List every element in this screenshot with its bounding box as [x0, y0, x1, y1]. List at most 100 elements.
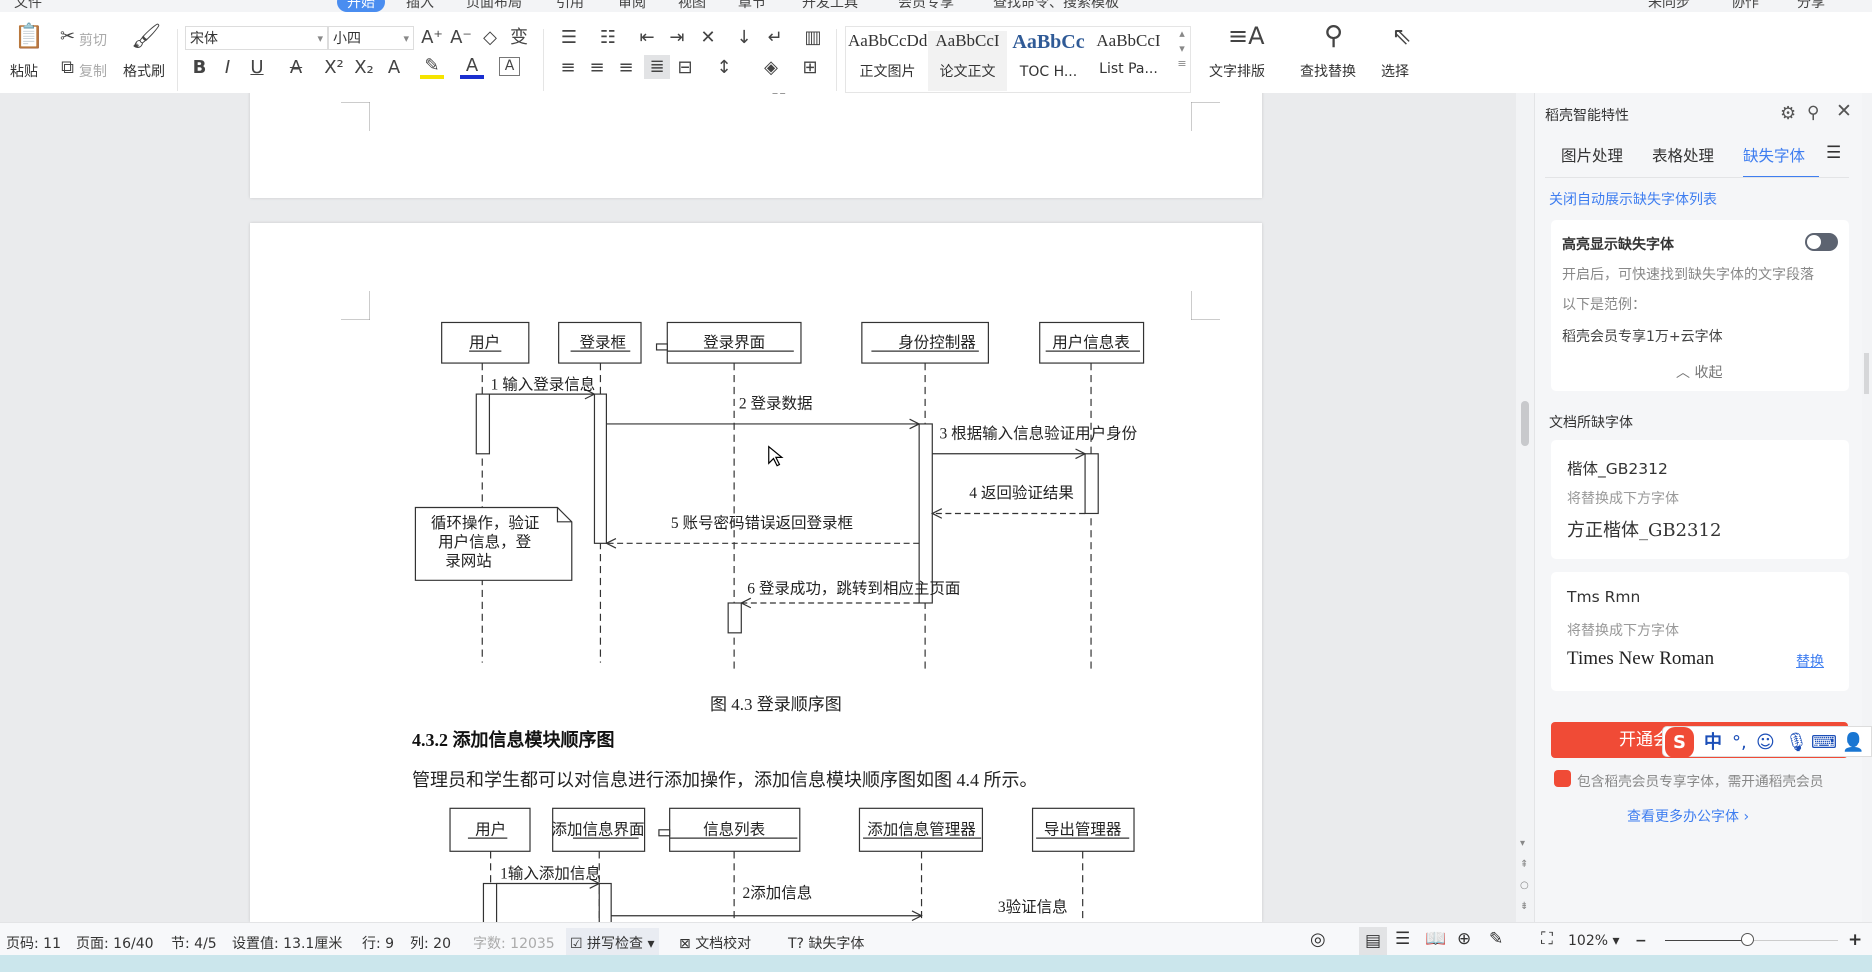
tab-image[interactable]: 图片处理 — [1561, 144, 1623, 166]
panel-scrollbar[interactable] — [1862, 93, 1872, 922]
write-mode-icon[interactable]: ✎ — [1489, 929, 1503, 949]
menu-insert[interactable]: 插入 — [406, 0, 434, 12]
document-scrollbar[interactable]: ▾ ⇞ ○ ⇟ — [1516, 93, 1534, 922]
search-icon[interactable]: ⚲ — [1318, 23, 1349, 49]
bullets-icon[interactable]: ☰ — [556, 26, 582, 50]
tab-table[interactable]: 表格处理 — [1652, 144, 1714, 166]
italic-icon[interactable]: I — [217, 56, 238, 80]
grow-font-icon[interactable]: A⁺ — [420, 26, 444, 50]
numbering-icon[interactable]: ☷ — [595, 26, 621, 50]
decrease-indent-icon[interactable]: ⇤ — [634, 26, 660, 50]
font-size-select[interactable]: 小四 — [328, 26, 414, 51]
collab-button[interactable]: 协作 — [1731, 0, 1759, 12]
find-replace-button[interactable]: 查找替换 — [1300, 61, 1356, 81]
page-count[interactable]: 页面: 16/40 — [76, 933, 154, 953]
word-count[interactable]: 字数: 12035 — [473, 933, 555, 953]
menu-layout[interactable]: 页面布局 — [466, 0, 522, 12]
panel-title[interactable]: 稻壳智能特性 — [1545, 105, 1629, 125]
close-auto-show-link[interactable]: 关闭自动展示缺失字体列表 — [1549, 189, 1717, 209]
strikethrough-icon[interactable]: A — [284, 56, 308, 80]
paste-icon[interactable]: 📋 — [14, 24, 44, 48]
distribute-icon[interactable]: ⊟ — [673, 56, 697, 80]
menu-review[interactable]: 审阅 — [618, 0, 646, 12]
pin-icon[interactable]: ⚲ — [1807, 103, 1819, 123]
text-effect-icon[interactable]: A — [382, 56, 406, 80]
shading-icon[interactable]: ◈ — [759, 56, 783, 80]
ime-punct-toggle[interactable]: °, — [1732, 727, 1747, 758]
underline-icon[interactable]: U — [245, 56, 269, 80]
menu-home[interactable]: 开始 — [337, 0, 385, 12]
clear-format-icon[interactable]: ◇ — [478, 26, 502, 50]
menu-icon[interactable]: ☰ — [1826, 143, 1841, 163]
scroll-thumb[interactable] — [1521, 401, 1529, 446]
zoom-slider-thumb[interactable] — [1741, 933, 1754, 946]
page-nav-icons[interactable]: ▾ ⇞ ○ ⇟ — [1520, 833, 1529, 917]
font-color-icon[interactable]: A — [460, 56, 484, 79]
ruler-icon[interactable]: ▥ — [800, 26, 826, 50]
bold-icon[interactable]: B — [189, 56, 210, 80]
cut-button[interactable]: 剪切 — [79, 30, 107, 50]
style-item[interactable]: AaBbCc TOC H... — [1009, 31, 1088, 91]
menu-member[interactable]: 会员专享 — [898, 0, 954, 12]
setting-value[interactable]: 设置值: 13.1厘米 — [232, 933, 342, 953]
sort-icon[interactable]: ↓ — [731, 26, 757, 50]
outline-view-icon[interactable]: ☰ — [1395, 929, 1410, 949]
menu-chapter[interactable]: 章节 — [738, 0, 766, 12]
char-border-icon[interactable]: A — [499, 57, 520, 76]
menu-developer[interactable]: 开发工具 — [802, 0, 858, 12]
spellcheck-button[interactable]: ☑ 拼写检查 ▾ — [566, 928, 659, 958]
line-spacing-icon[interactable]: ↕ — [712, 56, 736, 80]
zoom-in-button[interactable]: + — [1848, 930, 1862, 950]
phonetic-icon[interactable]: 变 — [506, 26, 532, 50]
web-view-icon[interactable]: ⊕ — [1457, 929, 1471, 949]
zoom-level[interactable]: 102% ▾ — [1568, 933, 1620, 949]
paragraph-mark-icon[interactable]: ↵ — [762, 26, 788, 50]
borders-icon[interactable]: ⊞ — [798, 56, 822, 80]
missing-font-button[interactable]: T? 缺失字体 — [788, 933, 864, 953]
reading-view-icon[interactable]: 📖 — [1425, 929, 1446, 949]
style-scroll-icon[interactable]: ▴ ▾ ≡ — [1175, 26, 1189, 71]
format-painter-icon[interactable]: 🖌 — [131, 24, 161, 48]
cursor-icon[interactable]: ⇖ — [1387, 24, 1416, 48]
chinese-layout-icon[interactable]: ✕ — [695, 26, 721, 50]
gear-icon[interactable]: ⚙ — [1780, 103, 1796, 124]
sync-status[interactable]: 未同步 — [1648, 0, 1690, 12]
zoom-out-button[interactable]: − — [1635, 933, 1647, 949]
shrink-font-icon[interactable]: A⁻ — [449, 26, 473, 50]
eye-protection-icon[interactable]: ◎ — [1310, 929, 1326, 950]
ime-toolbar[interactable]: S 中 °, ☺ 🎙 ⌨ 👤 — [1662, 726, 1872, 758]
select-button[interactable]: 选择 — [1381, 61, 1409, 81]
proofread-button[interactable]: ⊠ 文档校对 — [679, 933, 751, 953]
page-view-icon[interactable]: ▤ — [1359, 927, 1388, 955]
copy-button[interactable]: 复制 — [79, 61, 107, 81]
user-icon[interactable]: 👤 — [1842, 727, 1864, 758]
command-search[interactable]: 查找命令、搜索模板 — [993, 0, 1119, 12]
highlight-icon[interactable]: ✎ — [420, 56, 444, 79]
style-item[interactable]: AaBbCcDd 正文图片 — [848, 31, 927, 91]
format-painter-button[interactable]: 格式刷 — [123, 61, 165, 81]
zoom-slider[interactable] — [1665, 933, 1838, 946]
emoji-icon[interactable]: ☺ — [1756, 727, 1775, 758]
text-layout-icon[interactable]: ≡A — [1228, 24, 1265, 48]
keyboard-icon[interactable]: ⌨ — [1811, 727, 1837, 758]
paste-button[interactable]: 粘贴 — [10, 61, 38, 81]
align-center-icon[interactable]: ≡ — [585, 56, 609, 80]
justify-icon[interactable]: ≣ — [644, 55, 670, 79]
align-right-icon[interactable]: ≡ — [614, 56, 638, 80]
subscript-icon[interactable]: X₂ — [352, 56, 376, 80]
ime-lang-toggle[interactable]: 中 — [1704, 727, 1722, 758]
more-fonts-link[interactable]: 查看更多办公字体 › — [1627, 806, 1749, 826]
highlight-toggle[interactable] — [1805, 233, 1838, 251]
menu-view[interactable]: 视图 — [678, 0, 706, 12]
share-button[interactable]: 分享 — [1797, 0, 1825, 12]
page-code[interactable]: 页码: 11 — [6, 933, 61, 953]
tab-missing-fonts[interactable]: 缺失字体 — [1743, 144, 1819, 178]
align-left-icon[interactable]: ≡ — [556, 56, 580, 80]
style-item[interactable]: AaBbCcI List Pa... — [1089, 31, 1168, 91]
style-item[interactable]: AaBbCcI 论文正文 — [928, 31, 1007, 91]
superscript-icon[interactable]: X² — [322, 56, 346, 80]
increase-indent-icon[interactable]: ⇥ — [664, 26, 690, 50]
document-area[interactable]: 11 图 4.3 登录顺序图 4.3.2 添加信息模块顺序图 管理员和学生都可以… — [0, 93, 1516, 922]
text-layout-button[interactable]: 文字排版 — [1209, 61, 1265, 81]
font-name-select[interactable]: 宋体 — [185, 26, 328, 51]
